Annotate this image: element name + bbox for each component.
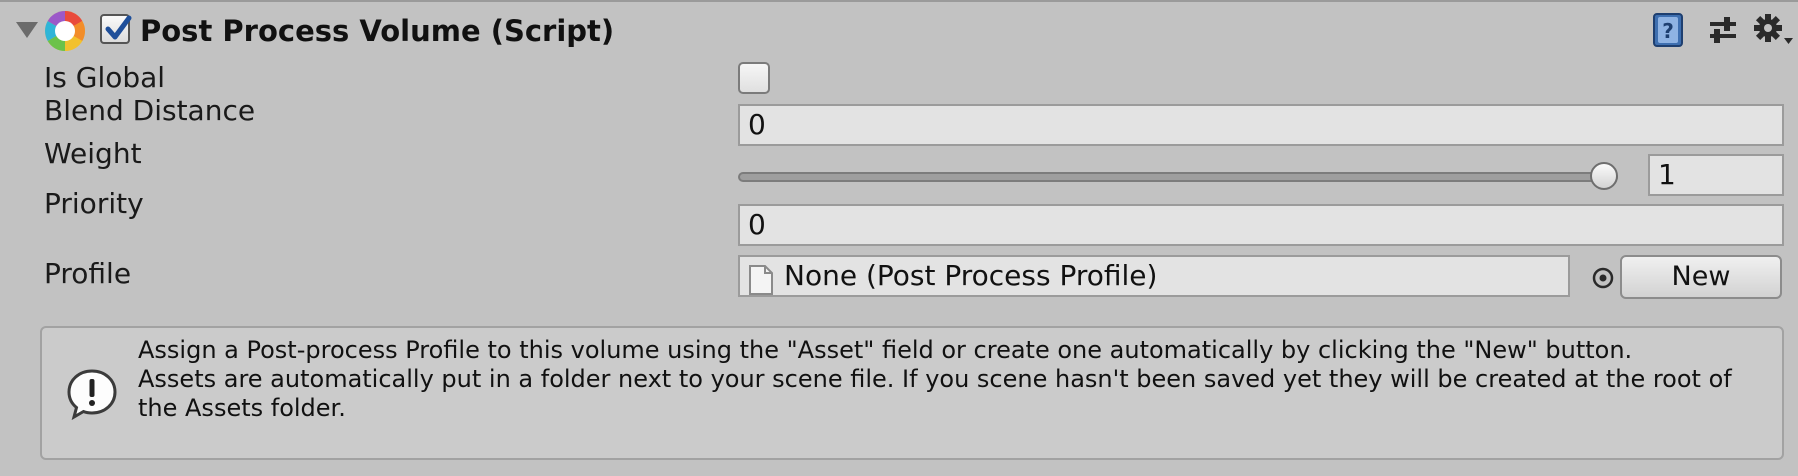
component-enabled-checkbox[interactable]: [100, 14, 132, 44]
component-header[interactable]: Post Process Volume (Script) ?: [0, 2, 1798, 60]
new-profile-button[interactable]: New: [1620, 255, 1782, 299]
priority-label: Priority: [44, 187, 144, 220]
svg-text:?: ?: [1662, 19, 1674, 43]
checkmark-icon: [105, 15, 132, 40]
document-icon: [749, 265, 773, 295]
post-process-volume-inspector: Post Process Volume (Script) ? Is Global…: [0, 0, 1798, 476]
priority-field[interactable]: 0: [738, 204, 1784, 246]
profile-label: Profile: [44, 257, 132, 290]
object-picker-icon[interactable]: [1590, 265, 1616, 291]
weight-slider-thumb[interactable]: [1590, 162, 1618, 190]
blend-distance-label: Blend Distance: [44, 94, 256, 127]
weight-label: Weight: [44, 137, 142, 170]
is-global-label: Is Global: [44, 61, 166, 94]
help-book-icon[interactable]: ?: [1652, 12, 1686, 48]
weight-slider-track[interactable]: [738, 172, 1618, 182]
component-title: Post Process Volume (Script): [140, 14, 615, 48]
helpbox-line-1: Assign a Post-process Profile to this vo…: [138, 336, 1633, 364]
blend-distance-field[interactable]: 0: [738, 104, 1784, 146]
post-process-color-wheel-icon: [45, 11, 85, 51]
weight-value-field[interactable]: 1: [1648, 154, 1784, 196]
helpbox-line-2: Assets are automatically put in a folder…: [138, 365, 1732, 422]
helpbox-message: Assign a Post-process Profile to this vo…: [138, 336, 1778, 423]
info-icon: [67, 369, 117, 420]
profile-object-field[interactable]: None (Post Process Profile): [738, 255, 1570, 297]
foldout-expanded-icon[interactable]: [16, 22, 38, 38]
gear-icon[interactable]: [1752, 12, 1794, 50]
presets-sliders-icon[interactable]: [1706, 14, 1740, 48]
info-helpbox: Assign a Post-process Profile to this vo…: [40, 326, 1784, 460]
is-global-checkbox[interactable]: [738, 62, 770, 94]
